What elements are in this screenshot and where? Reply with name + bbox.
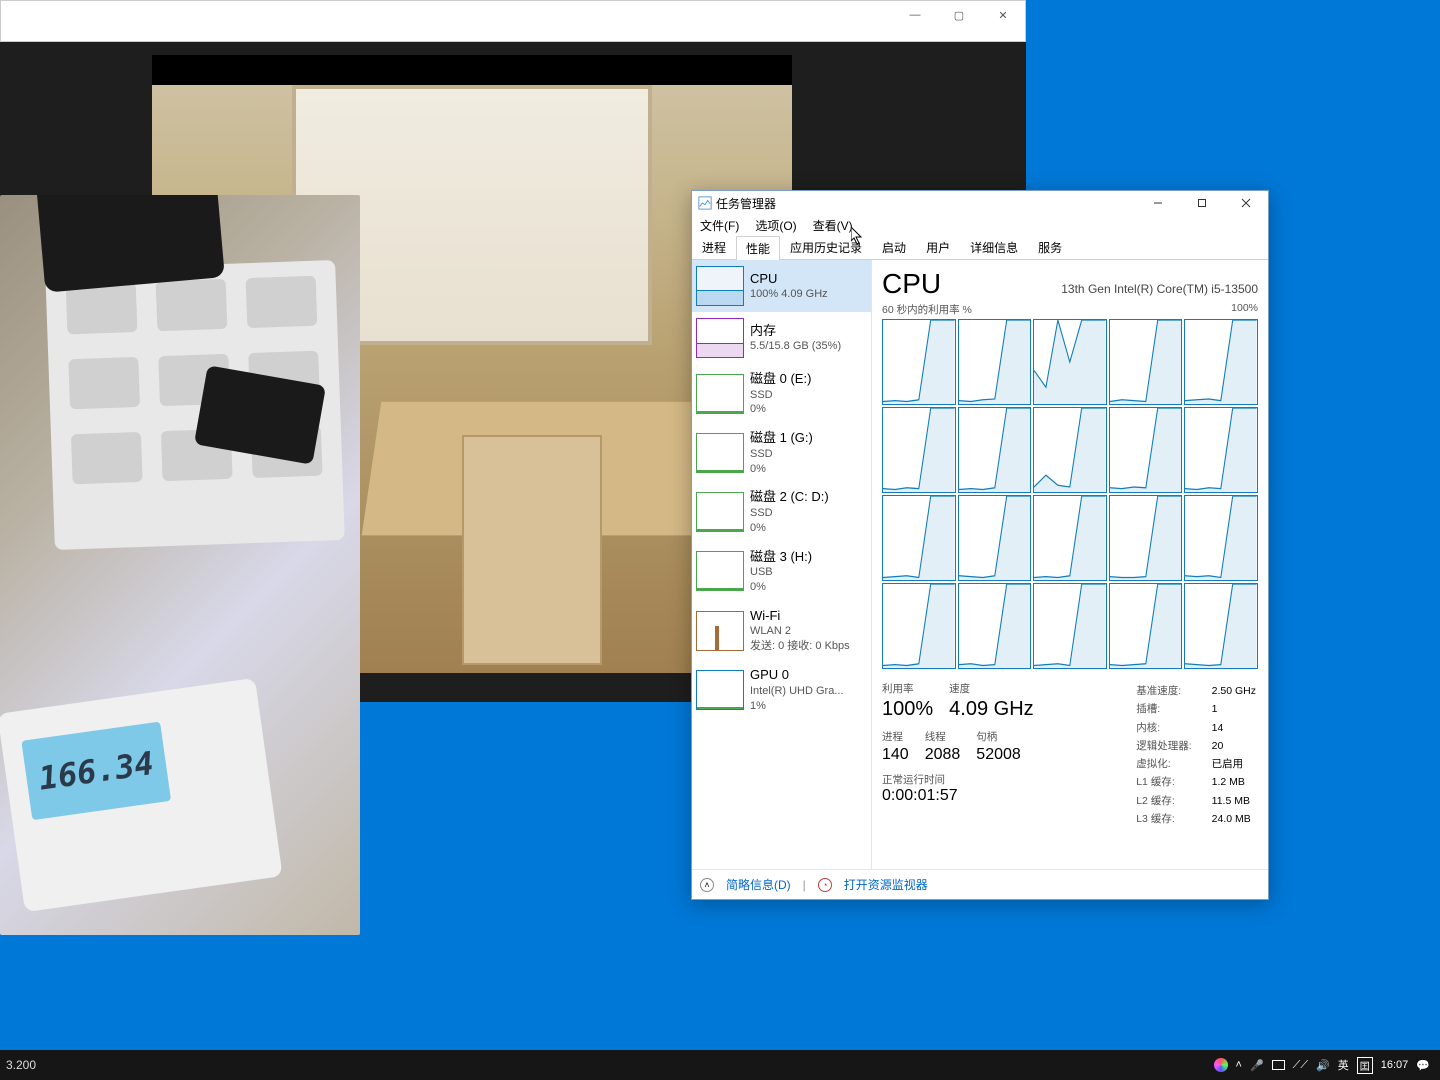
taskmgr-footer: ˄ 简略信息(D) | ◔ 打开资源监视器	[692, 869, 1268, 899]
sidebar-item-net-6[interactable]: Wi-FiWLAN 2发送: 0 接收: 0 Kbps	[692, 601, 871, 660]
core-graph-18	[1109, 583, 1183, 669]
core-graph-6	[958, 407, 1032, 493]
core-graph-2	[1033, 319, 1107, 405]
notification-icon[interactable]: 💬	[1416, 1059, 1430, 1072]
handles-value: 52008	[976, 746, 1021, 764]
taskbar-version: 3.200	[0, 1058, 36, 1072]
sidebar-item-cpu-0[interactable]: CPU100% 4.09 GHz	[692, 260, 871, 312]
core-graph-1	[958, 319, 1032, 405]
taskbar[interactable]: 3.200 ˄ 🎤 ⟋⟋ 🔊 英 囯 16:07 💬	[0, 1050, 1440, 1080]
tab-6[interactable]: 服务	[1028, 235, 1072, 259]
chevron-up-icon[interactable]: ˄	[1236, 1059, 1242, 1071]
tab-3[interactable]: 启动	[872, 235, 916, 259]
maximize-button[interactable]	[1180, 191, 1224, 215]
core-graph-5	[882, 407, 956, 493]
menu-file[interactable]: 文件(F)	[698, 216, 741, 235]
minimize-button[interactable]	[1136, 191, 1180, 215]
core-graph-9	[1184, 407, 1258, 493]
perf-sidebar: CPU100% 4.09 GHz内存5.5/15.8 GB (35%)磁盘 0 …	[692, 260, 872, 869]
core-graph-15	[882, 583, 956, 669]
tab-0[interactable]: 进程	[692, 235, 736, 259]
tab-2[interactable]: 应用历史记录	[780, 235, 872, 259]
core-graph-19	[1184, 583, 1258, 669]
core-graph-13	[1109, 495, 1183, 581]
cpu-core-grid[interactable]	[882, 319, 1258, 669]
taskmgr-title: 任务管理器	[716, 195, 776, 212]
taskmgr-menubar: 文件(F) 选项(O) 查看(V)	[692, 215, 1268, 235]
tray-app-icon[interactable]	[1214, 1058, 1228, 1072]
core-graph-0	[882, 319, 956, 405]
monitor-icon[interactable]	[1272, 1060, 1285, 1070]
resmon-link[interactable]: 打开资源监视器	[844, 876, 928, 893]
cpu-heading: CPU	[882, 268, 941, 300]
clock[interactable]: 16:07	[1381, 1059, 1409, 1071]
sidebar-item-gpu-7[interactable]: GPU 0Intel(R) UHD Gra...1%	[692, 660, 871, 719]
proc-value: 140	[882, 746, 909, 764]
core-graph-3	[1109, 319, 1183, 405]
ime-layout[interactable]: 囯	[1357, 1057, 1373, 1074]
task-manager-window: 任务管理器 文件(F) 选项(O) 查看(V) 进程性能应用历史记录启动用户详细…	[691, 190, 1269, 900]
uptime-value: 0:00:01:57	[882, 787, 1034, 805]
sidebar-item-disk-3[interactable]: 磁盘 1 (G:)SSD0%	[692, 423, 871, 482]
background-window-titlebar: — ▢ ✕	[0, 0, 1026, 42]
resmon-icon: ◔	[818, 878, 832, 892]
sidebar-item-disk-4[interactable]: 磁盘 2 (C: D:)SSD0%	[692, 482, 871, 541]
core-graph-17	[1033, 583, 1107, 669]
speed-value: 4.09 GHz	[949, 698, 1033, 721]
minimize-button[interactable]: —	[893, 1, 937, 29]
power-meter-reading: 166.34	[36, 744, 156, 798]
taskmgr-tabs: 进程性能应用历史记录启动用户详细信息服务	[692, 235, 1268, 260]
proc-label: 进程	[882, 729, 909, 744]
microphone-icon[interactable]: 🎤	[1250, 1059, 1264, 1072]
brief-link[interactable]: 简略信息(D)	[726, 876, 791, 893]
taskmgr-titlebar[interactable]: 任务管理器	[692, 191, 1268, 215]
cpu-info-table: 基准速度:2.50 GHz插槽:1内核:14逻辑处理器:20虚拟化:已启用L1 …	[1134, 681, 1258, 829]
uptime-label: 正常运行时间	[882, 772, 1034, 787]
core-graph-7	[1033, 407, 1107, 493]
system-tray: ˄ 🎤 ⟋⟋ 🔊 英 囯 16:07 💬	[1214, 1057, 1440, 1074]
close-button[interactable]	[1224, 191, 1268, 215]
core-graph-10	[882, 495, 956, 581]
core-graph-8	[1109, 407, 1183, 493]
menu-view[interactable]: 查看(V)	[811, 216, 855, 235]
ime-lang[interactable]: 英	[1338, 1057, 1349, 1073]
core-graph-12	[1033, 495, 1107, 581]
menu-options[interactable]: 选项(O)	[753, 216, 798, 235]
util-label: 利用率	[882, 681, 933, 696]
util-value: 100%	[882, 698, 933, 721]
tab-1[interactable]: 性能	[736, 236, 780, 260]
sidebar-item-disk-5[interactable]: 磁盘 3 (H:)USB0%	[692, 542, 871, 601]
graph-label-right: 100%	[1231, 302, 1258, 317]
speed-label: 速度	[949, 681, 1033, 696]
threads-label: 线程	[925, 729, 961, 744]
close-button[interactable]: ✕	[981, 1, 1025, 29]
sidebar-item-mem-1[interactable]: 内存5.5/15.8 GB (35%)	[692, 312, 871, 364]
embedded-photo: 166.34	[0, 195, 360, 935]
perf-main: CPU 13th Gen Intel(R) Core(TM) i5-13500 …	[872, 260, 1268, 869]
wifi-icon[interactable]: ⟋⟋	[1293, 1059, 1308, 1072]
tab-4[interactable]: 用户	[916, 235, 960, 259]
core-graph-14	[1184, 495, 1258, 581]
graph-label-left: 60 秒内的利用率 %	[882, 302, 972, 317]
core-graph-4	[1184, 319, 1258, 405]
collapse-icon[interactable]: ˄	[700, 878, 714, 892]
tab-5[interactable]: 详细信息	[960, 235, 1028, 259]
power-meter-device: 166.34	[0, 678, 283, 912]
threads-value: 2088	[925, 746, 961, 764]
maximize-button[interactable]: ▢	[937, 1, 981, 29]
taskmgr-icon	[698, 196, 712, 210]
handles-label: 句柄	[976, 729, 1021, 744]
volume-icon[interactable]: 🔊	[1316, 1059, 1330, 1072]
core-graph-11	[958, 495, 1032, 581]
cpu-model: 13th Gen Intel(R) Core(TM) i5-13500	[1061, 282, 1258, 296]
core-graph-16	[958, 583, 1032, 669]
sidebar-item-disk-2[interactable]: 磁盘 0 (E:)SSD0%	[692, 364, 871, 423]
